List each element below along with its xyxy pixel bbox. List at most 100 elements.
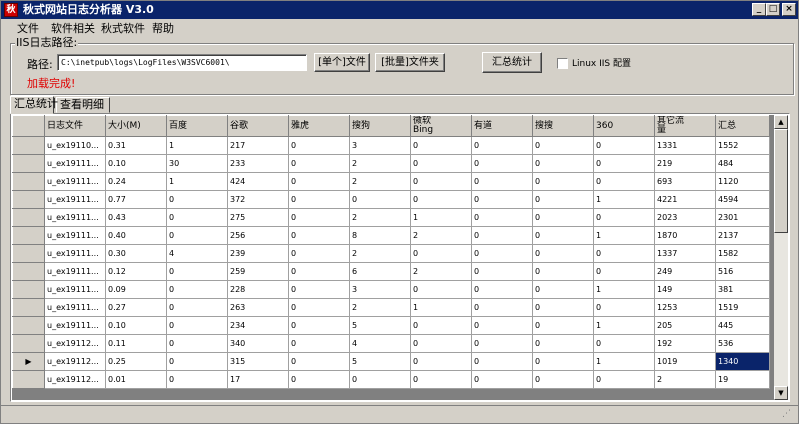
table-cell[interactable]: 1552 [715,136,770,155]
table-cell[interactable]: 0 [532,154,594,173]
table-row[interactable]: u_ex19111... 0.09 0 228 0 3 0 0 0 1 149 381 [12,280,770,299]
table-cell[interactable]: 0 [288,334,350,353]
table-cell[interactable]: 275 [227,208,289,227]
table-cell[interactable]: 0 [288,226,350,245]
table-cell[interactable]: u_ex19110... [44,136,106,155]
table-cell[interactable]: 0 [532,136,594,155]
table-cell[interactable]: 0.11 [105,334,167,353]
table-cell[interactable]: 259 [227,262,289,281]
table-cell[interactable]: 0 [471,280,533,299]
table-cell[interactable]: 249 [654,262,716,281]
table-cell[interactable]: 0 [166,262,228,281]
table-cell[interactable]: 0 [288,262,350,281]
column-header[interactable]: 大小(M) [105,115,167,137]
table-cell[interactable]: 0 [532,280,594,299]
table-cell[interactable]: 0 [288,154,350,173]
table-cell[interactable]: 0 [532,316,594,335]
table-cell[interactable]: 1870 [654,226,716,245]
table-cell[interactable]: 0 [288,190,350,209]
table-cell[interactable]: 0 [532,208,594,227]
table-cell[interactable]: 0 [593,370,655,389]
table-cell[interactable]: 0 [532,334,594,353]
table-cell[interactable]: 0.10 [105,316,167,335]
table-cell[interactable]: 0.40 [105,226,167,245]
table-cell[interactable]: 1 [166,172,228,191]
column-header[interactable]: 日志文件 [44,115,106,137]
table-cell[interactable]: 1 [593,280,655,299]
table-cell[interactable]: 0.24 [105,172,167,191]
row-header[interactable] [12,298,45,317]
table-cell[interactable]: 0 [410,190,472,209]
table-cell[interactable]: 234 [227,316,289,335]
table-cell[interactable]: 0 [471,262,533,281]
table-cell[interactable]: 3 [349,280,411,299]
table-row[interactable]: ▶ u_ex19112... 0.25 0 315 0 5 0 0 0 1 1019 1340 [12,352,770,371]
table-cell[interactable]: 0 [532,352,594,371]
table-cell[interactable]: u_ex19111... [44,154,106,173]
table-cell[interactable]: u_ex19111... [44,280,106,299]
table-cell[interactable]: 0 [166,226,228,245]
table-cell[interactable]: 19 [715,370,770,389]
table-cell[interactable]: 0 [166,334,228,353]
table-row[interactable]: u_ex19112... 0.01 0 17 0 0 0 0 0 0 2 19 [12,370,770,389]
table-cell[interactable]: 0 [593,298,655,317]
row-header[interactable] [12,262,45,281]
summary-button[interactable]: 汇总统计 [482,52,542,73]
table-cell[interactable]: 0 [288,316,350,335]
table-row[interactable]: u_ex19111... 0.77 0 372 0 0 0 0 0 1 4221 4594 [12,190,770,209]
column-header[interactable]: 360 [593,115,655,137]
table-cell[interactable]: 0 [593,172,655,191]
table-cell[interactable]: 2 [654,370,716,389]
table-cell[interactable]: 0 [471,370,533,389]
table-row[interactable]: u_ex19111... 0.12 0 259 0 6 2 0 0 0 249 516 [12,262,770,281]
table-row[interactable]: u_ex19111... 0.10 0 234 0 5 0 0 0 1 205 445 [12,316,770,335]
table-cell[interactable]: 0 [410,280,472,299]
table-row[interactable]: u_ex19111... 0.40 0 256 0 8 2 0 0 1 1870 2137 [12,226,770,245]
table-cell[interactable]: 1019 [654,352,716,371]
row-header[interactable] [12,316,45,335]
table-cell[interactable]: 0 [410,316,472,335]
table-cell[interactable]: 1 [593,316,655,335]
maximize-button[interactable]: □ [766,3,780,16]
batch-folder-button[interactable]: [批量]文件夹 [375,53,445,72]
table-cell[interactable]: 2 [410,262,472,281]
table-cell[interactable]: 1 [410,298,472,317]
table-cell[interactable]: 0 [471,352,533,371]
table-cell[interactable]: 4 [349,334,411,353]
table-row[interactable]: u_ex19111... 0.10 30 233 0 2 0 0 0 0 219 484 [12,154,770,173]
tab-details[interactable]: 查看明细 [56,97,110,113]
table-cell[interactable]: 0 [593,244,655,263]
table-cell[interactable]: 2 [349,154,411,173]
row-header[interactable] [12,136,45,155]
table-cell[interactable]: 1340 [715,352,770,371]
table-cell[interactable]: 0 [166,370,228,389]
table-cell[interactable]: 0 [166,190,228,209]
table-cell[interactable]: 0.25 [105,352,167,371]
table-cell[interactable]: 0.10 [105,154,167,173]
table-cell[interactable]: 0 [532,190,594,209]
table-cell[interactable]: 0 [593,136,655,155]
table-cell[interactable]: 263 [227,298,289,317]
table-cell[interactable]: 0.30 [105,244,167,263]
table-cell[interactable]: 233 [227,154,289,173]
table-cell[interactable]: u_ex19111... [44,262,106,281]
table-cell[interactable]: 536 [715,334,770,353]
table-cell[interactable]: 1 [593,190,655,209]
table-cell[interactable]: 1337 [654,244,716,263]
column-header[interactable]: 百度 [166,115,228,137]
row-header[interactable] [12,208,45,227]
table-cell[interactable]: 0 [593,154,655,173]
table-cell[interactable]: 8 [349,226,411,245]
table-cell[interactable]: 0 [410,244,472,263]
table-cell[interactable]: 4 [166,244,228,263]
table-cell[interactable]: 0 [410,370,472,389]
table-cell[interactable]: 217 [227,136,289,155]
table-cell[interactable]: 0 [532,262,594,281]
table-cell[interactable]: 0 [471,208,533,227]
table-cell[interactable]: 0 [410,154,472,173]
table-cell[interactable]: 1120 [715,172,770,191]
single-file-button[interactable]: [单个]文件 [314,53,370,72]
table-cell[interactable]: u_ex19111... [44,226,106,245]
table-cell[interactable]: 1331 [654,136,716,155]
table-cell[interactable]: 1253 [654,298,716,317]
